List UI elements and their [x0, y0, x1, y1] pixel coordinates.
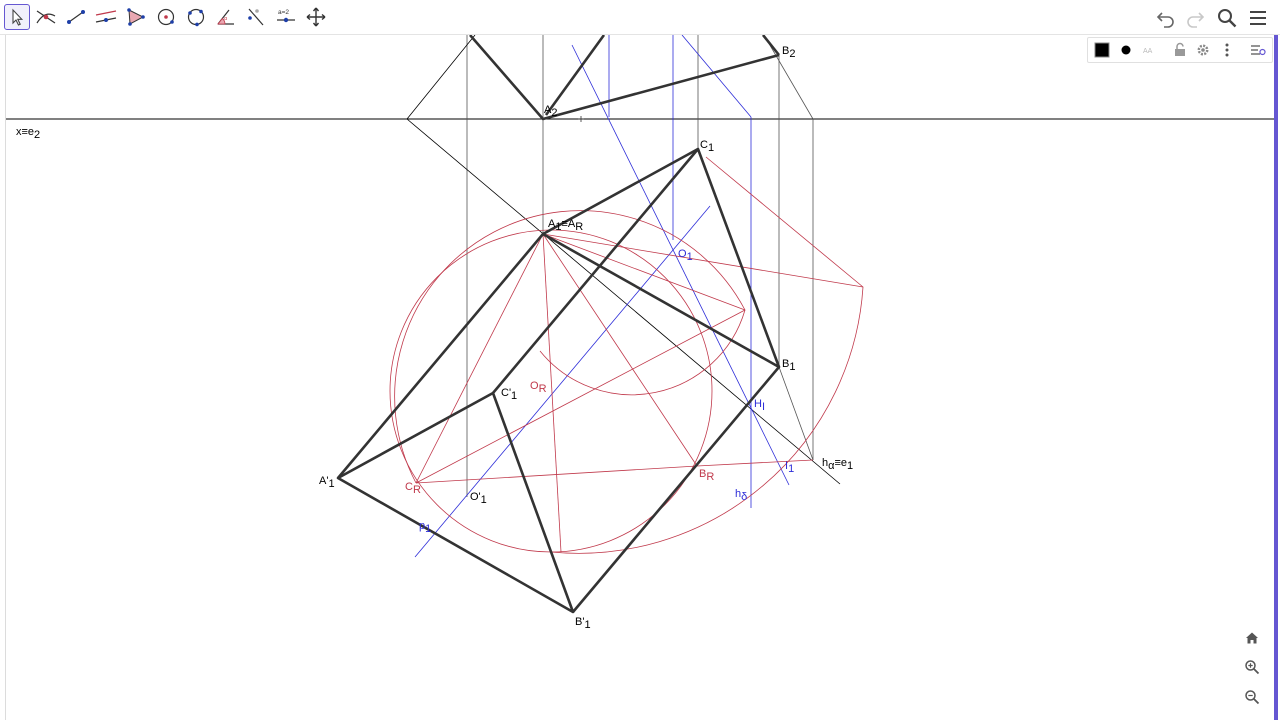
label-i1[interactable]: I1	[785, 460, 794, 475]
parallel-line-icon	[95, 10, 117, 23]
tool-circle-center-point[interactable]	[153, 4, 179, 30]
svg-text:AA: AA	[1143, 48, 1153, 55]
toolbar: α a=2	[0, 0, 1280, 35]
point-style-button[interactable]	[1116, 40, 1136, 60]
hamburger-menu-icon	[1250, 11, 1266, 25]
label-bp1[interactable]: B'1	[575, 616, 591, 631]
home-button[interactable]	[1240, 626, 1264, 650]
label-c1[interactable]: C1	[700, 139, 714, 154]
tool-reflect-line[interactable]	[243, 4, 269, 30]
left-border	[5, 35, 6, 720]
tool-angle[interactable]: α	[213, 4, 239, 30]
intersect-icon	[36, 10, 56, 24]
settings-gear-icon	[1197, 44, 1209, 56]
redo-icon	[1187, 12, 1205, 28]
tool-segment[interactable]	[63, 4, 89, 30]
label-o1[interactable]: O1	[678, 248, 693, 263]
segment-icon	[67, 10, 85, 24]
svg-text:α: α	[224, 16, 228, 22]
tool-move-graphics[interactable]	[303, 4, 329, 30]
zoom-in-icon	[1245, 660, 1260, 675]
tool-parallel-line[interactable]	[93, 4, 119, 30]
move-arrow-icon	[12, 8, 24, 26]
label-hi[interactable]: HI	[754, 398, 765, 413]
red-construction	[389, 156, 864, 554]
tool-circle-three-points[interactable]	[183, 4, 209, 30]
reflect-line-icon	[248, 8, 264, 26]
right-scroll-edge[interactable]	[1274, 35, 1278, 720]
h-alpha-trace[interactable]	[406, 118, 841, 485]
zoom-out-button[interactable]	[1240, 685, 1264, 709]
svg-text:a=2: a=2	[278, 9, 289, 16]
zoom-in-button[interactable]	[1240, 655, 1264, 679]
red-line[interactable]	[415, 233, 544, 484]
blue-lines	[414, 35, 790, 558]
search-button[interactable]	[1215, 6, 1239, 30]
label-a2[interactable]: A2	[544, 104, 557, 119]
label-style-button[interactable]: AA	[1140, 40, 1160, 60]
redo-button[interactable]	[1184, 6, 1208, 30]
construction-drawing[interactable]: x≡e2 A2 B2 C1 A1≡AR O1 B1 OR C'1 HI hα≡e…	[0, 35, 1280, 720]
tool-polygon[interactable]	[123, 4, 149, 30]
zoom-out-icon	[1245, 690, 1260, 705]
label-cp1[interactable]: C'1	[501, 387, 517, 402]
move-graphics-icon	[306, 7, 326, 27]
settings-button[interactable]	[1193, 40, 1213, 60]
slider-icon: a=2	[277, 9, 295, 23]
red-line[interactable]	[542, 233, 698, 467]
undo-icon	[1156, 12, 1174, 28]
triangle-primed[interactable]	[336, 391, 575, 614]
toggle-stylebar-icon	[1251, 45, 1266, 56]
menu-button[interactable]	[1246, 6, 1270, 30]
lock-button[interactable]	[1170, 40, 1190, 60]
label-ap1[interactable]: A'1	[319, 475, 335, 490]
color-swatch-icon	[1094, 42, 1110, 58]
geogebra-app: α a=2 x≡e2 A2 B2 C1 A1≡AR O1 B1 OR C'1 H…	[0, 0, 1280, 720]
red-line[interactable]	[696, 459, 814, 467]
revolution-arc[interactable]	[550, 156, 864, 554]
tool-intersect[interactable]	[33, 4, 59, 30]
label-op1[interactable]: O'1	[470, 491, 487, 506]
label-b2[interactable]: B2	[782, 45, 795, 60]
color-button[interactable]	[1092, 40, 1112, 60]
circle-three-points-icon	[187, 8, 205, 27]
thick-edges	[336, 35, 781, 614]
circle-center-point-icon	[157, 8, 175, 26]
thin-black-lines	[406, 35, 841, 485]
label-style-icon: AA	[1143, 48, 1153, 55]
cursor-cross	[578, 116, 584, 122]
angle-icon: α	[217, 9, 234, 25]
vertical-projection-edges[interactable]	[469, 35, 780, 121]
label-or[interactable]: OR	[530, 380, 547, 395]
lock-icon	[1175, 42, 1185, 56]
projection-edge[interactable]	[761, 35, 781, 56]
graphics-view[interactable]: x≡e2 A2 B2 C1 A1≡AR O1 B1 OR C'1 HI hα≡e…	[0, 35, 1280, 720]
blue-line[interactable]	[571, 44, 790, 486]
triangle-abc1[interactable]	[541, 147, 781, 369]
tool-move[interactable]	[4, 4, 30, 30]
projection-line[interactable]	[778, 366, 814, 461]
construction-line[interactable]	[406, 35, 476, 120]
undo-button[interactable]	[1153, 6, 1177, 30]
home-icon	[1246, 632, 1258, 644]
toggle-stylebar-button[interactable]	[1248, 40, 1268, 60]
style-bar: AA	[1087, 37, 1273, 63]
polygon-icon	[127, 8, 145, 26]
edge-b1-bp1[interactable]	[572, 366, 780, 613]
search-icon	[1218, 9, 1237, 28]
point-style-icon	[1121, 45, 1131, 55]
label-ha-e1[interactable]: hα≡e1	[822, 457, 853, 472]
more-vert-icon	[1225, 43, 1229, 57]
label-br[interactable]: BR	[699, 468, 714, 483]
tool-slider[interactable]: a=2	[273, 4, 299, 30]
triangle-side[interactable]	[415, 309, 746, 484]
label-p1[interactable]: p1	[419, 520, 431, 535]
more-button[interactable]	[1217, 40, 1237, 60]
label-b1[interactable]: B1	[782, 358, 795, 373]
projection-edge[interactable]	[544, 35, 606, 116]
label-h-delta[interactable]: hδ	[735, 488, 747, 503]
label-cr[interactable]: CR	[405, 481, 421, 496]
blue-line[interactable]	[681, 35, 752, 118]
label-x-e2[interactable]: x≡e2	[16, 126, 40, 141]
